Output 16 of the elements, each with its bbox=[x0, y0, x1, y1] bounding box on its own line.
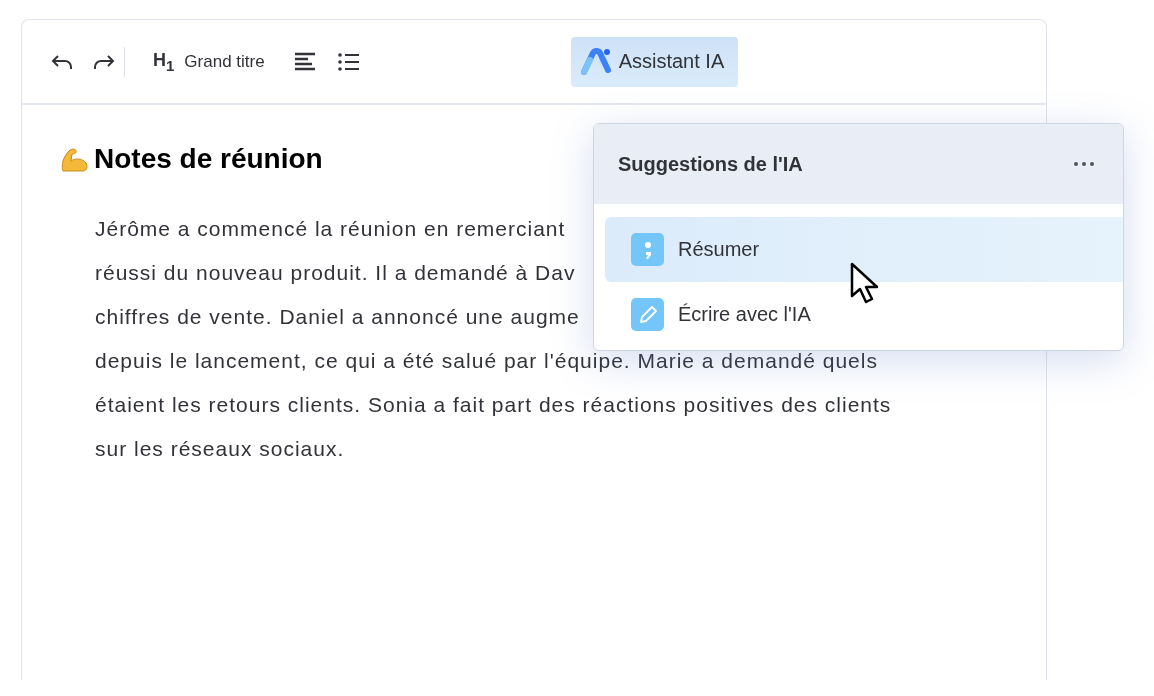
assistant-logo-icon bbox=[580, 47, 611, 76]
pencil-icon bbox=[631, 298, 664, 331]
flexed-arm-icon bbox=[60, 145, 90, 173]
paragraph-line: sur les réseaux sociaux. bbox=[95, 436, 345, 462]
heading-style-button[interactable]: H$_{1}$ Grand titre bbox=[153, 49, 265, 74]
semicolon-icon bbox=[631, 233, 664, 266]
panel-title: Suggestions de l'IA bbox=[618, 152, 803, 176]
paragraph-line: étaient les retours clients. Sonia a fait part des réactions positives des clients bbox=[95, 392, 892, 418]
more-options-icon[interactable] bbox=[1073, 161, 1095, 167]
document-title: Notes de réunion bbox=[94, 143, 323, 175]
paragraph-line: chiffres de vente. Daniel a annoncé une augme bbox=[95, 304, 580, 330]
suggestion-item[interactable]: Résumer bbox=[605, 217, 1123, 282]
paragraph-line: depuis le lancement, ce qui a été salué par l'équipe. Marie a demandé quels bbox=[95, 348, 878, 374]
ai-assistant-button[interactable]: Assistant IA bbox=[570, 36, 739, 87]
paragraph-line: réussi du nouveau produit. Il a demandé à Dav bbox=[95, 260, 576, 286]
paragraph-line: Jérôme a commencé la réunion en remerciant bbox=[95, 216, 566, 242]
